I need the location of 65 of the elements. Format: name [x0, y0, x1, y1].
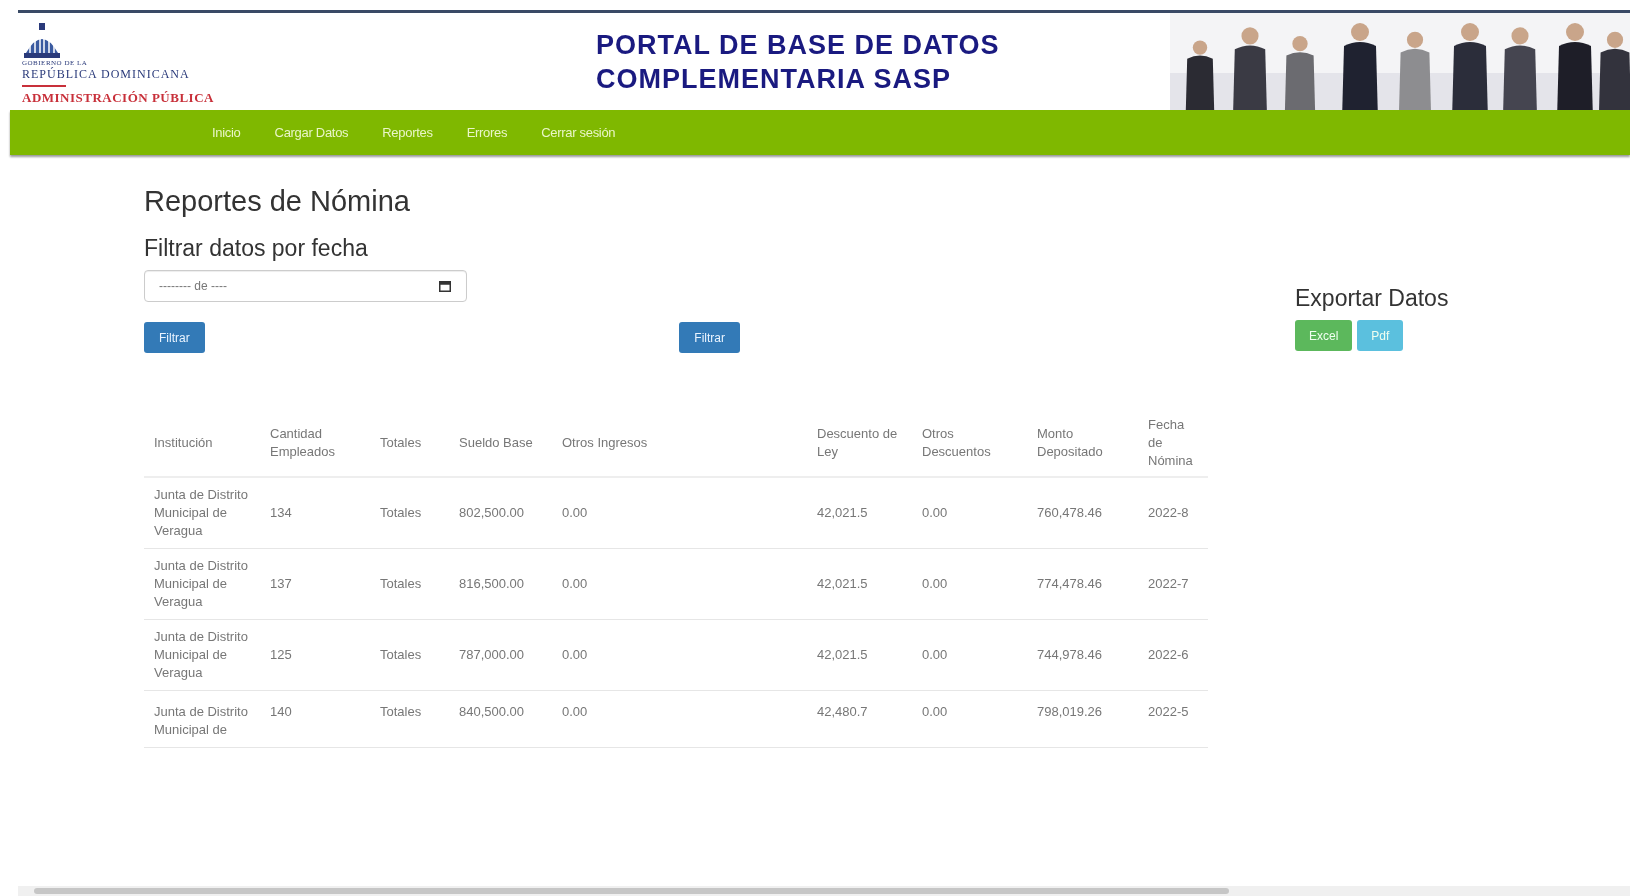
- table-cell: Totales: [370, 690, 449, 748]
- filter-button[interactable]: Filtrar: [679, 322, 740, 353]
- column-header: Otros Ingresos: [552, 410, 807, 477]
- table-cell: 0.00: [912, 477, 1027, 549]
- table-cell: 134: [260, 477, 370, 549]
- dome-icon: [22, 23, 62, 59]
- table-cell: Junta de Distrito Municipal de Veragua: [144, 619, 260, 691]
- horizontal-scrollbar[interactable]: [18, 886, 1630, 896]
- table-cell: 760,478.46: [1027, 477, 1138, 549]
- excel-button[interactable]: Excel: [1295, 320, 1353, 351]
- filter-title: Filtrar datos por fecha: [144, 235, 369, 262]
- date-field[interactable]: -------- de ----: [144, 270, 467, 302]
- column-header: Monto Depositado: [1027, 410, 1138, 477]
- filter-button[interactable]: Filtrar: [144, 322, 205, 353]
- column-header: Totales: [370, 410, 449, 477]
- column-header: Fecha de Nómina: [1138, 410, 1208, 477]
- table-cell: 137: [260, 548, 370, 620]
- table-cell: 2022-8: [1138, 477, 1208, 549]
- table-cell: 0.00: [912, 690, 1027, 748]
- calendar-icon[interactable]: [439, 281, 451, 292]
- portal-title: COMPLEMENTARIA SASP: [596, 62, 952, 96]
- logo-text: REPÚBLICA DOMINICANA: [22, 67, 191, 82]
- nav-link[interactable]: Cerrar sesión: [541, 125, 616, 140]
- table-cell: 0.00: [552, 619, 807, 691]
- table-cell: 798,019.26: [1027, 690, 1138, 748]
- column-header: Descuento de Ley: [807, 410, 912, 477]
- nav-link[interactable]: Inicio: [212, 125, 241, 140]
- table-cell: 125: [260, 619, 370, 691]
- table-cell: 42,021.5: [807, 548, 912, 620]
- table-cell: Junta de Distrito Municipal de Veragua: [144, 477, 260, 549]
- table-cell: Totales: [370, 619, 449, 691]
- table-cell: 42,480.7: [807, 690, 912, 748]
- table-cell: 744,978.46: [1027, 619, 1138, 691]
- table-cell: 0.00: [912, 619, 1027, 691]
- table-cell: 42,021.5: [807, 477, 912, 549]
- table-cell: 0.00: [912, 548, 1027, 620]
- table-cell: 2022-7: [1138, 548, 1208, 620]
- table-cell: 140: [260, 690, 370, 748]
- column-header: Sueldo Base: [449, 410, 552, 477]
- table-cell: 787,000.00: [449, 619, 552, 691]
- table-cell: Junta de Distrito Municipal de: [144, 690, 260, 748]
- pdf-button[interactable]: Pdf: [1357, 320, 1404, 351]
- portal-title: PORTAL DE BASE DE DATOS: [596, 28, 1001, 62]
- table-cell: 42,021.5: [807, 619, 912, 691]
- table-cell: 0.00: [552, 548, 807, 620]
- nav-link[interactable]: Cargar Datos: [274, 125, 349, 140]
- column-header: Institución: [144, 410, 260, 477]
- table-cell: 802,500.00: [449, 477, 552, 549]
- table-cell: 2022-5: [1138, 690, 1208, 748]
- logo-subtitle: ADMINISTRACIÓN PÚBLICA: [22, 90, 215, 106]
- table-cell: 840,500.00: [449, 690, 552, 748]
- table-cell: Junta de Distrito Municipal de Veragua: [144, 548, 260, 620]
- column-header: Otros Descuentos: [912, 410, 1027, 477]
- page-title: Reportes de Nómina: [144, 185, 411, 218]
- table-cell: 0.00: [552, 477, 807, 549]
- table-cell: 774,478.46: [1027, 548, 1138, 620]
- table-cell: 2022-6: [1138, 619, 1208, 691]
- table-cell: 0.00: [552, 690, 807, 748]
- table-cell: 816,500.00: [449, 548, 552, 620]
- column-header: Cantidad Empleados: [260, 410, 370, 477]
- nav-link[interactable]: Errores: [466, 125, 508, 140]
- table-cell: Totales: [370, 477, 449, 549]
- table-cell: Totales: [370, 548, 449, 620]
- nav-link[interactable]: Reportes: [382, 125, 433, 140]
- export-title: Exportar Datos: [1295, 285, 1449, 312]
